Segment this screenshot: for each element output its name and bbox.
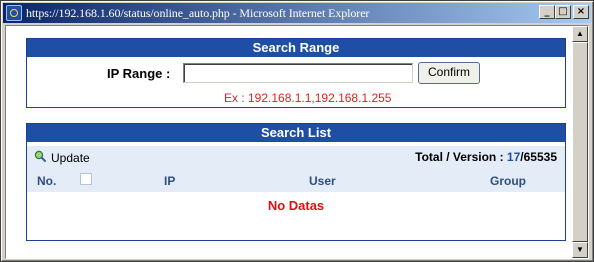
- search-range-header: Search Range: [27, 39, 565, 57]
- page-content: Search Range IP Range : Confirm Ex : 192…: [5, 25, 589, 259]
- column-no: No.: [37, 174, 57, 188]
- select-all-checkbox[interactable]: [80, 173, 92, 185]
- vertical-scrollbar[interactable]: ▲ ▼: [572, 26, 588, 258]
- column-ip: IP: [164, 174, 176, 188]
- minimize-button[interactable]: _: [539, 5, 555, 19]
- column-group: Group: [490, 174, 526, 188]
- update-button[interactable]: Update: [51, 151, 90, 165]
- window-controls: _ □ ×: [539, 5, 589, 19]
- window-title: https://192.168.1.60/status/online_auto.…: [26, 5, 370, 20]
- browser-window: https://192.168.1.60/status/online_auto.…: [0, 0, 594, 262]
- ip-range-label: IP Range :: [107, 66, 171, 81]
- ie-icon: [6, 5, 22, 21]
- confirm-button[interactable]: Confirm: [418, 62, 480, 84]
- ip-range-example: Ex : 192.168.1.1,192.168.1.255: [224, 91, 392, 105]
- search-range-panel: Search Range IP Range : Confirm Ex : 192…: [26, 38, 566, 108]
- ip-range-row: IP Range : Confirm: [27, 61, 565, 85]
- scroll-up-button[interactable]: ▲: [572, 26, 588, 42]
- column-user: User: [309, 174, 336, 188]
- close-button[interactable]: ×: [573, 5, 589, 19]
- total-version-value: 65535: [523, 150, 557, 164]
- empty-message: No Datas: [267, 198, 325, 213]
- list-toolbar: Update Total / Version : 17/65535: [27, 146, 565, 168]
- title-bar[interactable]: https://192.168.1.60/status/online_auto.…: [3, 3, 591, 23]
- total-label: Total / Version :: [415, 150, 507, 164]
- maximize-button[interactable]: □: [555, 5, 571, 19]
- scroll-down-button[interactable]: ▼: [572, 242, 588, 258]
- scroll-thumb[interactable]: [572, 42, 588, 242]
- list-column-headers: No. IP User Group: [27, 168, 565, 192]
- total-count: 17: [506, 150, 521, 164]
- total-version: Total / Version : 17/65535: [415, 150, 557, 164]
- search-list-panel: Search List Update Total / Version : 17/…: [26, 123, 566, 241]
- search-list-header: Search List: [27, 124, 565, 142]
- ip-range-input[interactable]: [183, 63, 413, 83]
- refresh-magnifier-icon[interactable]: [34, 150, 46, 162]
